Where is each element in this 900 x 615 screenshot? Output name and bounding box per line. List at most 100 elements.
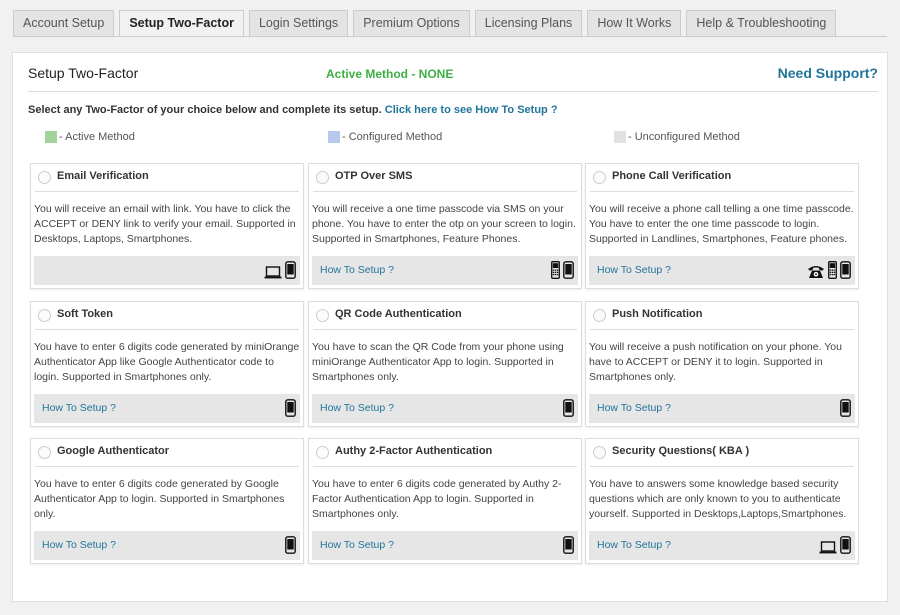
legend-label-active: - Active Method — [59, 131, 135, 143]
method-card[interactable]: Soft Token You have to enter 6 digits cod… — [30, 301, 304, 427]
smartphone-icon — [285, 261, 296, 279]
tab-divider — [13, 36, 887, 37]
method-title: Soft Token — [57, 308, 114, 320]
smartphone-icon — [285, 399, 296, 417]
smartphone-icon — [840, 399, 851, 417]
smartphone-icon — [285, 536, 296, 554]
tab-premium-options[interactable]: Premium Options — [353, 10, 470, 36]
supported-devices — [807, 261, 851, 279]
method-description: You will receive a phone call telling a … — [589, 203, 854, 245]
active-method-status: Active Method - NONE — [326, 67, 454, 81]
method-card-footer: How To Setup ? — [589, 256, 855, 285]
how-to-setup-link[interactable]: How To Setup ? — [320, 539, 394, 551]
supported-devices — [285, 536, 296, 554]
method-card-footer: How To Setup ? — [589, 394, 855, 423]
supported-devices — [551, 261, 574, 279]
how-to-setup-link[interactable]: How To Setup ? — [597, 539, 671, 551]
method-card-header: Phone Call Verification — [590, 164, 854, 192]
method-card[interactable]: Google Authenticator You have to enter 6 … — [30, 438, 304, 564]
supported-devices — [563, 536, 574, 554]
method-title: Push Notification — [612, 308, 703, 320]
method-radio[interactable] — [38, 309, 51, 322]
method-card-footer: How To Setup ? — [34, 531, 300, 560]
need-support-link[interactable]: Need Support? — [778, 65, 878, 81]
method-card[interactable]: Email Verification You will receive an em… — [30, 163, 304, 289]
method-card-header: Authy 2-Factor Authentication — [313, 439, 577, 467]
how-to-setup-link[interactable]: Click here to see How To Setup ? — [385, 104, 558, 116]
smartphone-icon — [563, 399, 574, 417]
method-card[interactable]: Security Questions( KBA ) You have to ans… — [585, 438, 859, 564]
legend-active: - Active Method — [45, 131, 135, 143]
method-title: Phone Call Verification — [612, 170, 732, 182]
method-card-footer: How To Setup ? — [34, 394, 300, 423]
method-description: You have to enter 6 digits code generate… — [312, 478, 562, 520]
supported-devices — [264, 261, 296, 279]
tab-login-settings[interactable]: Login Settings — [248, 10, 349, 36]
method-radio[interactable] — [593, 309, 606, 322]
method-title: Authy 2-Factor Authentication — [335, 445, 493, 457]
legend-unconfigured: - Unconfigured Method — [614, 131, 740, 143]
method-radio[interactable] — [316, 446, 329, 459]
setup-panel: Setup Two-Factor Active Method - NONE Ne… — [12, 52, 888, 602]
method-card-footer: How To Setup ? — [312, 531, 578, 560]
method-card-header: OTP Over SMS — [313, 164, 577, 192]
how-to-setup-link[interactable]: How To Setup ? — [42, 539, 116, 551]
intro-instruction: Select any Two-Factor of your choice bel… — [28, 104, 382, 116]
method-card-header: Google Authenticator — [35, 439, 299, 467]
legend-swatch-unconfigured — [614, 131, 626, 143]
laptop-icon — [264, 266, 282, 279]
method-card-footer: How To Setup ? — [312, 256, 578, 285]
how-to-setup-link[interactable]: How To Setup ? — [320, 264, 394, 276]
method-radio[interactable] — [316, 171, 329, 184]
method-card-header: QR Code Authentication — [313, 302, 577, 330]
supported-devices — [840, 399, 851, 417]
method-card[interactable]: OTP Over SMS You will receive a one time … — [308, 163, 582, 289]
method-radio[interactable] — [593, 171, 606, 184]
smartphone-icon — [840, 261, 851, 279]
method-description: You will receive a one time passcode via… — [312, 203, 576, 245]
legend-label-unconfigured: - Unconfigured Method — [628, 131, 740, 143]
how-to-setup-link[interactable]: How To Setup ? — [597, 402, 671, 414]
method-radio[interactable] — [38, 171, 51, 184]
header-divider — [28, 91, 878, 92]
tab-setup-two-factor[interactable]: Setup Two-Factor — [119, 10, 244, 37]
supported-devices — [285, 399, 296, 417]
method-card-footer: How To Setup ? — [589, 531, 855, 560]
method-card-header: Security Questions( KBA ) — [590, 439, 854, 467]
laptop-icon — [819, 541, 837, 554]
method-card[interactable]: Authy 2-Factor Authentication You have to… — [308, 438, 582, 564]
method-title: QR Code Authentication — [335, 308, 462, 320]
how-to-setup-link[interactable]: How To Setup ? — [320, 402, 394, 414]
method-title: Google Authenticator — [57, 445, 170, 457]
nav-tabs: Account Setup Setup Two-Factor Login Set… — [13, 10, 841, 37]
how-to-setup-link[interactable]: How To Setup ? — [597, 264, 671, 276]
legend-swatch-configured — [328, 131, 340, 143]
method-title: Email Verification — [57, 170, 149, 182]
tab-help-troubleshooting[interactable]: Help & Troubleshooting — [686, 10, 837, 36]
smartphone-icon — [563, 261, 574, 279]
landline-phone-icon — [807, 264, 825, 279]
method-radio[interactable] — [38, 446, 51, 459]
method-description: You have to enter 6 digits code generate… — [34, 341, 300, 383]
smartphone-icon — [563, 536, 574, 554]
method-radio[interactable] — [593, 446, 606, 459]
feature-phone-icon — [828, 261, 837, 279]
page-title: Setup Two-Factor — [28, 65, 139, 81]
method-title: Security Questions( KBA ) — [612, 445, 750, 457]
method-card-header: Soft Token — [35, 302, 299, 330]
method-description: You will receive a push notification on … — [589, 341, 842, 383]
legend-label-configured: - Configured Method — [342, 131, 443, 143]
feature-phone-icon — [551, 261, 560, 279]
how-to-setup-link[interactable]: How To Setup ? — [42, 402, 116, 414]
method-card[interactable]: QR Code Authentication You have to scan t… — [308, 301, 582, 427]
tab-licensing-plans[interactable]: Licensing Plans — [474, 10, 583, 36]
method-description: You have to enter 6 digits code generate… — [34, 478, 285, 520]
method-radio[interactable] — [316, 309, 329, 322]
method-card-header: Push Notification — [590, 302, 854, 330]
method-card[interactable]: Push Notification You will receive a push… — [585, 301, 859, 427]
method-card[interactable]: Phone Call Verification You will receive … — [585, 163, 859, 289]
tab-how-it-works[interactable]: How It Works — [587, 10, 682, 36]
legend-configured: - Configured Method — [328, 131, 442, 143]
tab-account-setup[interactable]: Account Setup — [13, 10, 115, 36]
method-title: OTP Over SMS — [335, 170, 413, 182]
